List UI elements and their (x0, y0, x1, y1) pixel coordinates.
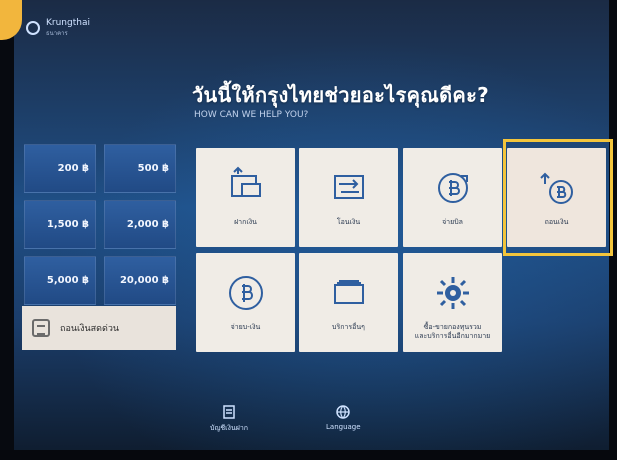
amount-button-20000[interactable]: 20,000 ฿ (104, 256, 176, 305)
brand-text: Krungthai ธนาคาร (46, 18, 90, 38)
account-icon (223, 405, 235, 419)
bill-payment-icon (437, 173, 468, 203)
service-tile-coin[interactable]: จ่ายบ-เงิน (196, 253, 295, 352)
brand-logo: Krungthai ธนาคาร (26, 18, 90, 38)
settings-gear-icon (436, 277, 469, 309)
transfer-icon (333, 175, 364, 199)
service-label: จ่ายบ-เงิน (230, 323, 261, 331)
page-title: วันนี้ให้กรุงไทยช่วยอะไรคุณดีคะ? (192, 83, 490, 107)
amount-label: 200 ฿ (57, 163, 89, 174)
bottom-nav-language[interactable]: Language (326, 404, 361, 431)
amount-label: 1,500 ฿ (46, 219, 89, 230)
service-tile-other-services[interactable]: ซื้อ-ขายกองทุนรวม และบริการอื่นอีกมากมาย (403, 253, 502, 352)
bezel-bottom (0, 450, 617, 460)
bottom-nav-account[interactable]: บัญชีเงินฝาก (210, 404, 248, 434)
atm-screen: Krungthai ธนาคาร วันนี้ให้กรุงไทยช่วยอะไ… (0, 0, 617, 460)
bezel-left (0, 0, 14, 460)
selection-highlight (503, 139, 613, 256)
service-label: จ่ายบิล (442, 218, 463, 226)
fast-cash-label: ถอนเงินสดด่วน (60, 324, 120, 334)
service-label: ซื้อ-ขายกองทุนรวม และบริการอื่นอีกมากมาย (414, 323, 491, 340)
cash-icon (32, 319, 50, 337)
amount-button-2000[interactable]: 2,000 ฿ (104, 200, 176, 249)
amount-button-200[interactable]: 200 ฿ (24, 144, 96, 193)
card-stack-icon (333, 280, 364, 304)
amount-label: 2,000 ฿ (126, 219, 169, 230)
brand-name: Krungthai (46, 18, 90, 28)
fast-cash-button[interactable]: ถอนเงินสดด่วน (22, 306, 176, 350)
service-tile-transfer[interactable]: โอนเงิน (299, 148, 398, 247)
service-tile-deposit[interactable]: ฝากเงิน (196, 148, 295, 247)
service-label: ฝากเงิน (234, 218, 257, 226)
service-label: บริการอื่นๆ (332, 323, 365, 331)
service-tile-more[interactable]: บริการอื่นๆ (299, 253, 398, 352)
page-subtitle: HOW CAN WE HELP YOU? (194, 110, 309, 120)
corner-accent (0, 0, 22, 40)
amount-label: 5,000 ฿ (46, 275, 89, 286)
amount-button-5000[interactable]: 5,000 ฿ (24, 256, 96, 305)
bottom-nav-label: บัญชีเงินฝาก (210, 424, 249, 432)
amount-button-500[interactable]: 500 ฿ (104, 144, 176, 193)
bottom-nav-label: Language (326, 423, 361, 431)
amount-label: 500 ฿ (137, 163, 169, 174)
service-label: โอนเงิน (336, 218, 361, 226)
amount-button-1500[interactable]: 1,500 ฿ (24, 200, 96, 249)
service-tile-bill-payment[interactable]: จ่ายบิล (403, 148, 502, 247)
brand-icon (26, 21, 40, 35)
amount-label: 20,000 ฿ (119, 275, 169, 286)
baht-coin-icon (228, 276, 263, 310)
globe-icon (336, 405, 351, 419)
deposit-icon (230, 166, 261, 197)
brand-tag: ธนาคาร (46, 30, 68, 37)
